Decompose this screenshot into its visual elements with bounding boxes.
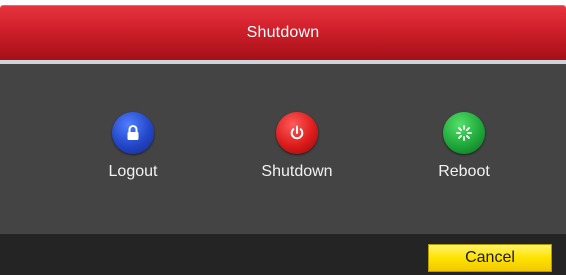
shutdown-action[interactable]: Shutdown xyxy=(227,112,367,182)
cancel-button[interactable]: Cancel xyxy=(428,244,552,272)
reboot-label: Reboot xyxy=(438,163,490,180)
logout-label: Logout xyxy=(108,163,158,180)
reboot-action[interactable]: Reboot xyxy=(394,112,534,182)
reboot-icon xyxy=(456,125,472,141)
dialog-content: Logout Shutdown Reboot xyxy=(0,64,566,234)
shutdown-dialog: Shutdown Logout Shutdown Reboot Cancel xyxy=(0,0,566,275)
dialog-footer: Cancel xyxy=(0,234,566,275)
logout-button[interactable] xyxy=(112,112,154,154)
reboot-button[interactable] xyxy=(443,112,485,154)
shutdown-button[interactable] xyxy=(276,112,318,154)
power-icon xyxy=(290,125,304,140)
shutdown-label: Shutdown xyxy=(261,163,333,180)
dialog-title: Shutdown xyxy=(246,24,320,41)
lock-icon xyxy=(127,125,139,140)
logout-action[interactable]: Logout xyxy=(63,112,203,182)
dialog-titlebar: Shutdown xyxy=(0,5,566,60)
